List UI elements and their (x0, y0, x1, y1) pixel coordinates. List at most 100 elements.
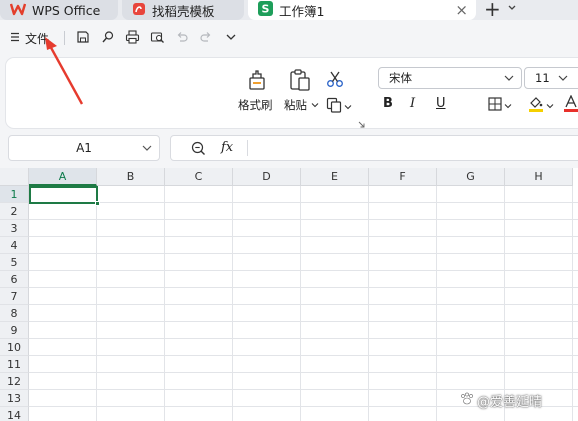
row-header-9[interactable]: 9 (0, 322, 29, 339)
name-box[interactable]: A1 (8, 135, 160, 161)
save-icon (76, 30, 90, 47)
column-header-h[interactable]: H (505, 168, 573, 186)
chevron-down-icon (557, 72, 569, 87)
column-header-f[interactable]: F (369, 168, 437, 186)
grid-row-line (29, 321, 578, 322)
paw-icon (460, 392, 474, 409)
underline-button[interactable]: U (436, 96, 446, 111)
row-header-2[interactable]: 2 (0, 203, 29, 220)
chevron-down-icon (546, 99, 554, 113)
file-menu-label: 文件 (25, 31, 50, 46)
ribbon-panel: 格式刷 粘贴 宋体 11 B I U (6, 58, 578, 128)
row-header-3[interactable]: 3 (0, 220, 29, 237)
watermark: @爱善延晴 (460, 391, 542, 410)
redo-button[interactable] (197, 28, 215, 48)
zoom-search-icon[interactable] (191, 141, 206, 159)
italic-button[interactable]: I (410, 96, 415, 111)
borders-button[interactable] (488, 97, 512, 114)
undo-button[interactable] (173, 28, 191, 48)
chevron-down-icon (225, 31, 237, 46)
select-all-corner[interactable] (0, 168, 29, 186)
chevron-down-icon[interactable] (507, 2, 517, 16)
grid-column-line (96, 186, 97, 421)
fill-handle[interactable] (95, 201, 100, 206)
format-painter-icon[interactable] (246, 69, 268, 94)
tab-label: 找稻壳模板 (152, 3, 215, 19)
tab-workbook1[interactable]: S 工作簿1 × (248, 0, 476, 20)
grid-row-line (29, 253, 578, 254)
row-header-5[interactable]: 5 (0, 254, 29, 271)
fill-color-button[interactable] (528, 95, 554, 116)
formula-input[interactable] (251, 138, 578, 158)
row-header-14[interactable]: 14 (0, 407, 29, 421)
font-color-button[interactable] (564, 94, 578, 116)
paste-label: 粘贴 (284, 98, 307, 112)
font-size-select[interactable]: 11 (524, 67, 578, 89)
format-painter-button[interactable]: 格式刷 (238, 97, 273, 113)
borders-icon (488, 97, 502, 114)
row-header-6[interactable]: 6 (0, 271, 29, 288)
chevron-down-icon (504, 99, 512, 113)
active-cell-a1[interactable] (29, 186, 98, 204)
row-header-8[interactable]: 8 (0, 305, 29, 322)
name-box-value: A1 (76, 141, 92, 155)
toolbar-more-button[interactable] (222, 28, 240, 48)
toolbar-divider (64, 31, 65, 45)
paste-button[interactable]: 粘贴 (284, 97, 319, 113)
print-button[interactable] (123, 28, 141, 48)
grid-column-line (572, 186, 573, 421)
file-menu-button[interactable]: 文件 (10, 28, 49, 48)
copy-button[interactable] (326, 97, 352, 116)
chevron-down-icon (503, 72, 515, 87)
row-header-7[interactable]: 7 (0, 288, 29, 305)
paste-icon[interactable] (289, 69, 311, 94)
font-name-select[interactable]: 宋体 (378, 67, 522, 89)
close-icon[interactable]: × (455, 1, 468, 19)
print-preview-button[interactable] (148, 28, 166, 48)
grid-row-line (29, 338, 578, 339)
column-header-c[interactable]: C (165, 168, 233, 186)
redo-icon (199, 30, 213, 47)
scissors-icon[interactable] (326, 70, 344, 91)
chevron-down-icon (141, 142, 153, 157)
menu-lines-icon (10, 31, 20, 45)
grid-row-line (29, 236, 578, 237)
column-header-d[interactable]: D (233, 168, 301, 186)
column-header-g[interactable]: G (437, 168, 505, 186)
tab-docer-templates[interactable]: 找稻壳模板 (122, 0, 244, 20)
row-header-4[interactable]: 4 (0, 237, 29, 254)
row-header-13[interactable]: 13 (0, 390, 29, 407)
row-header-10[interactable]: 10 (0, 339, 29, 356)
grid-column-line (436, 186, 437, 421)
row-header-12[interactable]: 12 (0, 373, 29, 390)
bold-button[interactable]: B (383, 96, 393, 111)
column-header-b[interactable]: B (97, 168, 165, 186)
printer-icon (125, 29, 140, 47)
column-header-a[interactable]: A (29, 168, 97, 186)
find-button[interactable] (99, 28, 117, 48)
grid-row-line (29, 202, 578, 203)
grid-column-line (368, 186, 369, 421)
formula-bar: fx (170, 135, 578, 161)
spreadsheet-grid[interactable]: 14 13 12 11 10 9 8 7 6 5 4 3 2 1 H G F E D C B A (0, 168, 578, 421)
tab-wps-office[interactable]: WPS Office (0, 0, 118, 20)
fx-button[interactable]: fx (221, 140, 233, 155)
paint-bucket-icon (528, 95, 544, 116)
grid-row-line (29, 372, 578, 373)
font-name-value: 宋体 (389, 71, 412, 85)
new-tab-plus-icon[interactable]: + (484, 0, 501, 21)
column-header-e[interactable]: E (301, 168, 369, 186)
row-header-1[interactable]: 1 (0, 186, 29, 203)
search-icon (101, 30, 115, 47)
row-header-11[interactable]: 11 (0, 356, 29, 373)
spreadsheet-s-icon: S (258, 1, 273, 19)
copy-icon (326, 97, 342, 116)
grid-column-line (232, 186, 233, 421)
print-preview-icon (150, 30, 165, 47)
formula-divider (247, 140, 248, 156)
save-button[interactable] (74, 28, 92, 48)
grid-row-line (29, 355, 578, 356)
clipboard-launcher-icon[interactable] (358, 117, 365, 131)
svg-text:S: S (262, 3, 270, 16)
undo-icon (175, 30, 189, 47)
